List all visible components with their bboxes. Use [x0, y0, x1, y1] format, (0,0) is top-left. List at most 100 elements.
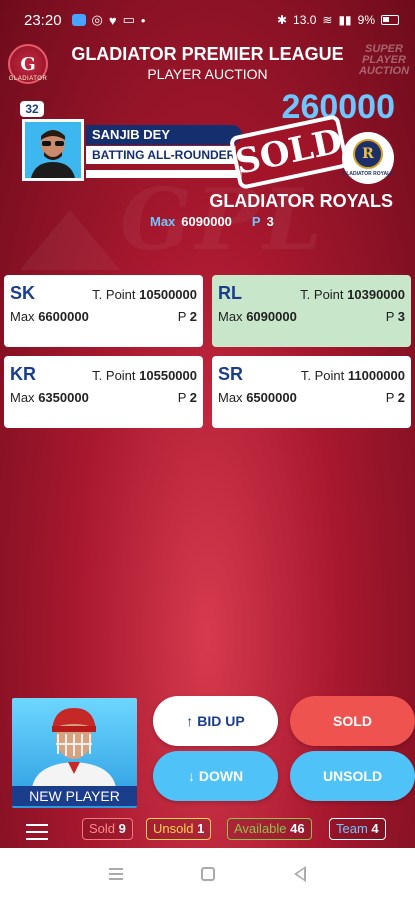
app-notification-icon: ◎ [91, 12, 103, 27]
player-number-badge: 32 [20, 101, 44, 117]
sold-label: SOLD [333, 713, 372, 729]
max-label: Max [10, 390, 35, 405]
page-title: GLADIATOR PREMIER LEAGUE [71, 44, 344, 64]
sponsor-logo: SUPER PLAYER AUCTION [356, 44, 412, 77]
players-value: 3 [397, 309, 405, 324]
auction-screen: GPL 23:20 ◎ ♥ ▭ • ✱ 13.0 ≋ ▮▮ 9% G GLADI… [0, 0, 415, 848]
tpoint-label: T. Point [300, 287, 344, 302]
team-logo-text: GLADIATOR ROYALS [342, 171, 394, 177]
team-card-rl[interactable]: RL T. Point 10390000 Max 6090000 P 3 [212, 275, 411, 347]
team-max: Max 6500000 [218, 390, 297, 405]
unsold-button[interactable]: UNSOLD [290, 751, 415, 801]
arrow-down-icon: ↓ [187, 768, 195, 784]
system-icons: ✱ 13.0 ≋ ▮▮ 9% [277, 13, 399, 27]
tpoint-value: 11000000 [347, 368, 405, 383]
team-count-badge[interactable]: Team 4 [329, 818, 386, 840]
unsold-label: UNSOLD [322, 768, 383, 784]
battery-level: 9% [357, 13, 375, 27]
max-value: 6090000 [246, 309, 297, 324]
winning-team-name: GLADIATOR ROYALS [209, 191, 393, 211]
status-time: 23:20 [24, 11, 62, 29]
team-card-sr[interactable]: SR T. Point 11000000 Max 6500000 P 2 [212, 356, 411, 428]
notification-icons: ◎ ♥ ▭ • [71, 12, 146, 28]
players-value: 2 [397, 390, 405, 405]
players-value: 3 [266, 214, 274, 229]
max-label: Max [218, 390, 243, 405]
players-value: 2 [189, 309, 197, 324]
new-player-button[interactable]: NEW PLAYER [12, 698, 137, 808]
team-count-label: Team [336, 821, 368, 836]
team-max: Max 6350000 [10, 390, 89, 405]
unsold-count-value: 1 [197, 821, 205, 836]
available-count-badge[interactable]: Available 46 [227, 818, 312, 840]
bid-down-button[interactable]: ↓ DOWN [153, 751, 278, 801]
available-count-label: Available [234, 821, 287, 836]
laptop-icon: ▭ [122, 12, 135, 27]
players-label: P [177, 390, 187, 405]
heart-icon: ♥ [108, 12, 117, 28]
bid-up-label: BID UP [197, 713, 245, 729]
tpoint-label: T. Point [300, 368, 345, 383]
sold-count-badge[interactable]: Sold 9 [82, 818, 133, 840]
signal-icon: ▮▮ [338, 13, 352, 27]
max-value: 6500000 [246, 390, 297, 405]
sold-count-value: 9 [118, 821, 126, 836]
unsold-count-badge[interactable]: Unsold 1 [146, 818, 212, 840]
player-info-strip [86, 170, 242, 178]
back-icon[interactable] [293, 866, 306, 882]
player-role: BATTING ALL-ROUNDER [86, 146, 236, 164]
max-label: Max [218, 309, 243, 324]
team-code: RL [218, 283, 242, 303]
bid-down-label: DOWN [198, 768, 244, 784]
wifi-icon: ≋ [322, 13, 333, 27]
players-value: 2 [189, 390, 197, 405]
bid-up-button[interactable]: ↑ BID UP [153, 696, 278, 746]
bluetooth-icon: ✱ [276, 13, 288, 27]
team-code: SR [218, 364, 244, 384]
available-count-value: 46 [290, 821, 305, 836]
status-bar: 23:20 ◎ ♥ ▭ • ✱ 13.0 ≋ ▮▮ 9% [0, 0, 415, 40]
player-photo [22, 119, 84, 181]
tpoint-label: T. Point [92, 287, 136, 302]
home-icon[interactable] [201, 867, 216, 881]
logo-text: GLADIATOR [8, 76, 48, 82]
team-card-sk[interactable]: SK T. Point 10500000 Max 6600000 P 2 [4, 275, 203, 347]
max-value: 6350000 [38, 390, 89, 405]
players-label: P [251, 214, 261, 229]
players-label: P [385, 390, 395, 405]
max-value: 6600000 [38, 309, 89, 324]
max-label: Max [150, 214, 176, 229]
tpoint-value: 10500000 [139, 287, 197, 302]
battery-icon [381, 15, 399, 25]
team-count-value: 4 [371, 821, 379, 836]
team-card-kr[interactable]: KR T. Point 10550000 Max 6350000 P 2 [4, 356, 203, 428]
tpoint-value: 10390000 [347, 287, 405, 302]
team-logo-emblem: R [353, 139, 383, 169]
recent-apps-icon[interactable] [109, 868, 124, 880]
team-code: SK [10, 283, 36, 303]
max-label: Max [10, 309, 35, 324]
arrow-up-icon: ↑ [186, 713, 194, 729]
logo-letter: G [20, 53, 36, 75]
system-navigation-bar [0, 848, 415, 900]
player-avatar-icon [25, 122, 81, 178]
menu-icon[interactable] [26, 824, 48, 840]
dot-icon: • [140, 12, 146, 28]
app-notification-icon [71, 14, 86, 26]
new-player-label: NEW PLAYER [12, 786, 137, 806]
team-total-points: T. Point 10390000 [300, 287, 405, 302]
sold-button[interactable]: SOLD [290, 696, 415, 746]
team-players: P 3 [386, 309, 405, 324]
players-label: P [177, 309, 187, 324]
winning-team-stats: Max 6090000 P 3 [150, 214, 310, 229]
team-code: KR [10, 364, 36, 384]
players-label: P [385, 309, 395, 324]
sold-count-label: Sold [89, 821, 116, 836]
team-players: P 2 [386, 390, 405, 405]
tpoint-value: 10550000 [139, 368, 197, 383]
max-value: 6090000 [181, 214, 232, 229]
team-max: Max 6600000 [10, 309, 89, 324]
background-decoration [20, 210, 120, 270]
team-max: Max 6090000 [218, 309, 297, 324]
unsold-count-label: Unsold [153, 821, 194, 836]
